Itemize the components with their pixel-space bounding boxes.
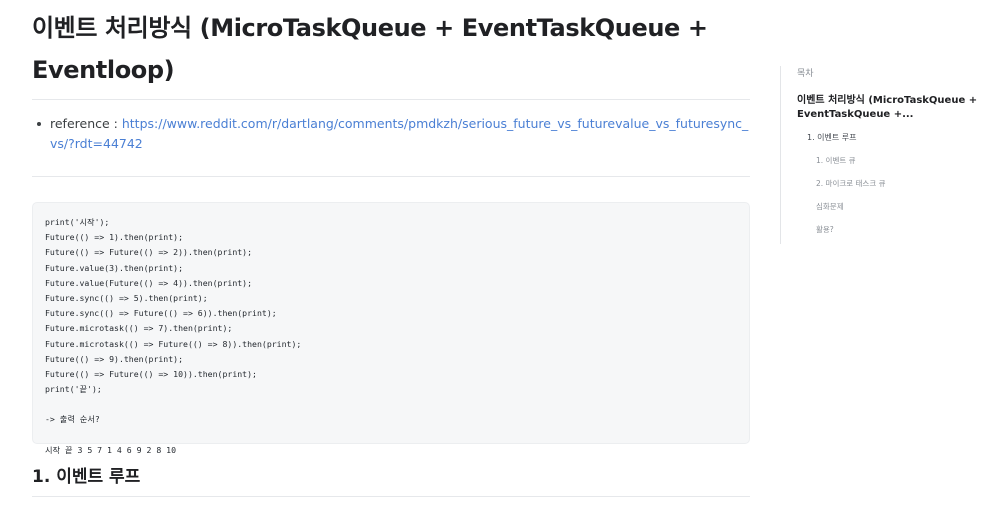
code-line: Future(() => Future(() => 2)).then(print… bbox=[45, 247, 253, 258]
code-line: Future.microtask(() => 7).then(print); bbox=[45, 323, 233, 334]
code-line: print('끝'); bbox=[45, 384, 102, 395]
list-item: reference : https://www.reddit.com/r/dar… bbox=[32, 114, 750, 154]
table-of-contents: 목차 이벤트 처리방식 (MicroTaskQueue + EventTaskQ… bbox=[780, 66, 987, 244]
reference-link[interactable]: https://www.reddit.com/r/dartlang/commen… bbox=[50, 116, 748, 151]
toc-item[interactable]: 심화문제 bbox=[797, 201, 987, 213]
code-line: Future(() => 1).then(print); bbox=[45, 232, 184, 243]
toc-heading: 목차 bbox=[797, 69, 814, 79]
code-line: Future.sync(() => Future(() => 6)).then(… bbox=[45, 308, 277, 319]
code-line: Future.microtask(() => Future(() => 8)).… bbox=[45, 338, 302, 349]
code-line: -> 출력 순서? bbox=[45, 414, 100, 425]
reference-label: reference : bbox=[50, 116, 122, 131]
toc-item[interactable]: 1. 이벤트 루프 bbox=[797, 132, 987, 144]
code-line: Future.value(3).then(print); bbox=[45, 262, 184, 273]
toc-item[interactable]: 1. 이벤트 큐 bbox=[797, 155, 987, 167]
code-line: Future.value(Future(() => 4)).then(print… bbox=[45, 277, 253, 288]
toc-item[interactable]: 활용? bbox=[797, 224, 987, 236]
page-title: 이벤트 처리방식 (MicroTaskQueue + EventTaskQueu… bbox=[32, 14, 708, 84]
toc-item[interactable]: 2. 마이크로 태스크 큐 bbox=[797, 178, 987, 190]
toc-item[interactable]: 이벤트 처리방식 (MicroTaskQueue + EventTaskQueu… bbox=[797, 94, 987, 122]
code-line: Future(() => 9).then(print); bbox=[45, 353, 184, 364]
divider bbox=[32, 176, 750, 177]
code-line: Future.sync(() => 5).then(print); bbox=[45, 292, 208, 303]
code-block: print('시작'); Future(() => 1).then(print);… bbox=[32, 202, 750, 455]
divider bbox=[32, 496, 750, 497]
code-line: Future(() => Future(() => 10)).then(prin… bbox=[45, 368, 257, 379]
toc-list: 이벤트 처리방식 (MicroTaskQueue + EventTaskQueu… bbox=[797, 94, 987, 236]
reference-list: reference : https://www.reddit.com/r/dar… bbox=[32, 100, 750, 176]
article-content: 이벤트 처리방식 (MicroTaskQueue + EventTaskQueu… bbox=[32, 0, 750, 497]
code-line: print('시작'); bbox=[45, 217, 110, 227]
